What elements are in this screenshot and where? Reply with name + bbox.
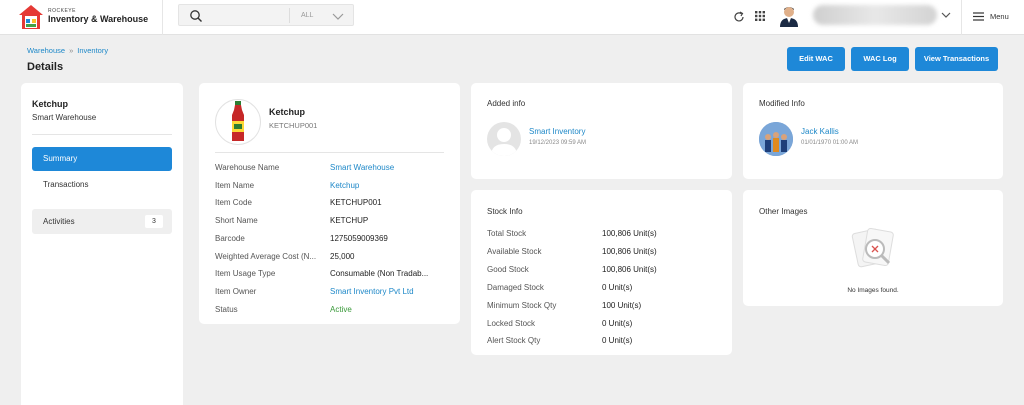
product-code: KETCHUP001 [269,121,318,130]
search-icon[interactable] [189,9,203,23]
field-value: 25,000 [330,251,355,261]
wac-log-button[interactable]: WAC Log [851,47,909,71]
sidebar-item-activities[interactable]: Activities 3 [32,209,172,234]
user-menu-chevron-icon[interactable] [941,11,951,19]
user-avatar[interactable] [779,5,799,27]
product-divider [215,152,444,153]
added-info-title: Added info [487,99,526,108]
field-label: Item Owner [215,286,257,296]
stock-value: 100,806 Unit(s) [602,264,657,274]
user-name-redacted[interactable] [813,5,937,25]
team-photo-icon [759,122,793,156]
field-label: Weighted Average Cost (N... [215,251,317,261]
product-name: Ketchup [269,107,305,117]
product-image [215,99,261,145]
ketchup-bottle-icon [232,101,244,141]
stock-value: 100,806 Unit(s) [602,246,657,256]
field-value: KETCHUP001 [330,198,382,208]
page-title: Details [27,61,64,73]
stock-label: Available Stock [487,246,542,256]
apps-grid-icon[interactable] [755,11,765,21]
added-date: 19/12/2023 09:59 AM [529,140,587,146]
search-scope-select[interactable]: ALL [301,12,313,19]
field-value[interactable]: Smart Inventory Pvt Ltd [330,287,442,296]
top-bar: ROCKEYE Inventory & Warehouse ALL Menu [0,0,1024,35]
stock-label: Locked Stock [487,318,536,328]
breadcrumb-warehouse[interactable]: Warehouse [27,46,65,55]
stock-value: 0 Unit(s) [602,336,633,346]
field-label: Status [215,304,238,314]
menu-icon[interactable] [973,12,984,21]
field-value[interactable]: Ketchup [330,181,442,190]
field-label: Short Name [215,216,258,226]
modified-info-title: Modified Info [759,99,805,108]
added-by-avatar [487,122,521,156]
sidebar-item-label: Activities [43,217,75,226]
field-label: Item Usage Type [215,269,276,279]
search-divider [289,8,290,23]
stock-value: 0 Unit(s) [602,318,633,328]
modified-by-avatar [759,122,793,156]
other-images-title: Other Images [759,207,808,216]
edit-wac-button[interactable]: Edit WAC [787,47,845,71]
header-divider [162,0,163,35]
stock-label: Good Stock [487,264,529,274]
field-label: Warehouse Name [215,163,280,172]
stock-value: 100 Unit(s) [602,300,642,310]
default-user-icon [491,128,517,156]
field-label: Item Name [215,180,255,190]
field-value: Active [330,304,352,314]
brand-logo[interactable] [18,4,44,30]
field-label: Item Code [215,198,252,208]
sidebar-item-summary[interactable]: Summary [32,147,172,171]
view-transactions-button[interactable]: View Transactions [915,47,998,71]
stock-value: 0 Unit(s) [602,282,633,292]
field-value: Consumable (Non Tradab... [330,269,429,279]
search-bar[interactable]: ALL [178,4,354,26]
sidebar-card [21,83,183,405]
stock-label: Total Stock [487,229,527,238]
field-value[interactable]: Smart Warehouse [330,163,442,172]
breadcrumb-separator-icon: » [69,46,74,55]
refresh-icon[interactable] [733,11,745,23]
modified-by-name[interactable]: Jack Kallis [801,127,839,136]
header-divider-right [961,0,962,35]
added-by-name[interactable]: Smart Inventory [529,127,585,136]
field-value: 1275059009369 [330,233,388,243]
field-label: Barcode [215,233,245,243]
stock-label: Alert Stock Qty [487,336,541,346]
menu-label[interactable]: Menu [990,12,1009,21]
stock-label: Minimum Stock Qty [487,300,557,310]
no-images-text: No Images found. [847,287,899,294]
sidebar-title: Ketchup [32,99,68,109]
activities-count-badge: 3 [145,215,163,228]
modified-date: 01/01/1970 01:00 AM [801,140,859,146]
stock-label: Damaged Stock [487,282,544,292]
chevron-down-icon[interactable] [332,11,344,21]
sidebar-divider [32,134,172,135]
sidebar-item-transactions[interactable]: Transactions [43,180,89,189]
brand-title: Inventory & Warehouse [48,14,149,24]
stock-value: 100,806 Unit(s) [602,229,657,238]
stock-info-title: Stock Info [487,207,523,216]
field-value: KETCHUP [330,216,369,226]
sidebar-subtitle: Smart Warehouse [32,113,97,122]
no-image-icon [851,227,894,268]
breadcrumb-inventory[interactable]: Inventory [77,46,108,55]
breadcrumb: Warehouse » Inventory [27,46,108,55]
